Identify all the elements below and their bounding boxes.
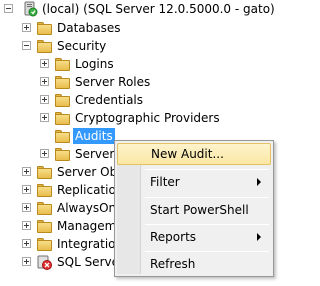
menu-item-start-powershell[interactable]: Start PowerShell (117, 199, 271, 221)
folder-icon (54, 56, 71, 72)
folder-icon (54, 128, 71, 144)
tree-node-label: Replicatio (57, 183, 116, 197)
expand-icon[interactable] (22, 185, 31, 194)
menu-item-label: Refresh (150, 257, 196, 271)
tree-node-sql-server-agent[interactable]: SQL Serve (22, 253, 121, 271)
tree-node-server-objects[interactable]: Server Obj (22, 163, 123, 181)
menu-item-filter[interactable]: Filter (117, 171, 271, 193)
tree-node-label: (local) (SQL Server 12.0.5000.0 - gato) (42, 2, 275, 16)
tree-node-alwayson[interactable]: AlwaysOn (22, 199, 118, 217)
tree-node-replication[interactable]: Replicatio (22, 181, 118, 199)
menu-separator (145, 197, 269, 198)
folder-icon (54, 74, 71, 90)
menu-separator (145, 224, 269, 225)
tree-node-server-roles[interactable]: Server Roles (40, 73, 152, 91)
tree-node-management[interactable]: Managem (22, 217, 118, 235)
folder-icon (54, 110, 71, 126)
tree-node-label: Managem (57, 219, 117, 233)
server-icon (22, 1, 38, 17)
collapse-icon[interactable] (22, 41, 31, 50)
tree-node-label: Server Obj (57, 165, 121, 179)
expand-icon[interactable] (22, 167, 31, 176)
tree-node-label: Databases (57, 21, 121, 35)
tree-node-label: Cryptographic Providers (75, 111, 220, 125)
expand-icon[interactable] (40, 77, 49, 86)
tree-node-label: AlwaysOn (57, 201, 117, 215)
tree-node-logins[interactable]: Logins (40, 55, 116, 73)
tree-node-credentials[interactable]: Credentials (40, 91, 145, 109)
expand-icon[interactable] (22, 221, 31, 230)
folder-icon (36, 236, 53, 252)
folder-open-icon (36, 38, 53, 54)
folder-icon (54, 146, 71, 162)
folder-icon (36, 182, 53, 198)
tree-node-label: Security (57, 39, 107, 53)
tree-node-label: Server (75, 147, 115, 161)
expand-icon[interactable] (22, 203, 31, 212)
folder-icon (36, 164, 53, 180)
tree-node-security[interactable]: Security (22, 37, 108, 55)
expand-icon[interactable] (40, 113, 49, 122)
menu-separator (145, 251, 269, 252)
expand-icon[interactable] (40, 95, 49, 104)
tree-node-audits[interactable]: Audits (40, 127, 115, 145)
menu-item-label: Start PowerShell (150, 203, 249, 217)
expand-icon[interactable] (40, 149, 49, 158)
expand-icon[interactable] (22, 23, 31, 32)
menu-item-refresh[interactable]: Refresh (117, 253, 271, 275)
tree-node-cryptographic-providers[interactable]: Cryptographic Providers (40, 109, 222, 127)
expand-icon[interactable] (40, 59, 49, 68)
folder-icon (54, 92, 71, 108)
tree-node-label: Audits (73, 128, 115, 144)
tree-node-integration-services[interactable]: Integration (22, 235, 125, 253)
expand-icon[interactable] (22, 239, 31, 248)
menu-item-label: Filter (150, 175, 180, 189)
tree-node-server[interactable]: (local) (SQL Server 12.0.5000.0 - gato) (4, 0, 277, 18)
submenu-arrow-icon (257, 178, 261, 186)
menu-item-label: Reports (150, 230, 197, 244)
folder-icon (36, 218, 53, 234)
folder-icon (36, 200, 53, 216)
tree-node-label: Logins (75, 57, 114, 71)
context-menu: New Audit... Filter Start PowerShell Rep… (114, 140, 274, 277)
menu-item-reports[interactable]: Reports (117, 226, 271, 248)
menu-item-label: New Audit... (151, 147, 224, 161)
agent-icon (36, 254, 53, 270)
tree-node-databases[interactable]: Databases (22, 19, 123, 37)
tree-node-label: Credentials (75, 93, 144, 107)
tree-node-label: Server Roles (75, 75, 151, 89)
expand-icon[interactable] (22, 257, 31, 266)
collapse-icon[interactable] (4, 4, 13, 13)
tree-node-server-audit-specifications[interactable]: Server (40, 145, 116, 163)
submenu-arrow-icon (257, 233, 261, 241)
tree-node-label: SQL Serve (57, 255, 119, 269)
menu-separator (145, 169, 269, 170)
menu-item-new-audit[interactable]: New Audit... (117, 143, 271, 165)
folder-icon (36, 20, 53, 36)
